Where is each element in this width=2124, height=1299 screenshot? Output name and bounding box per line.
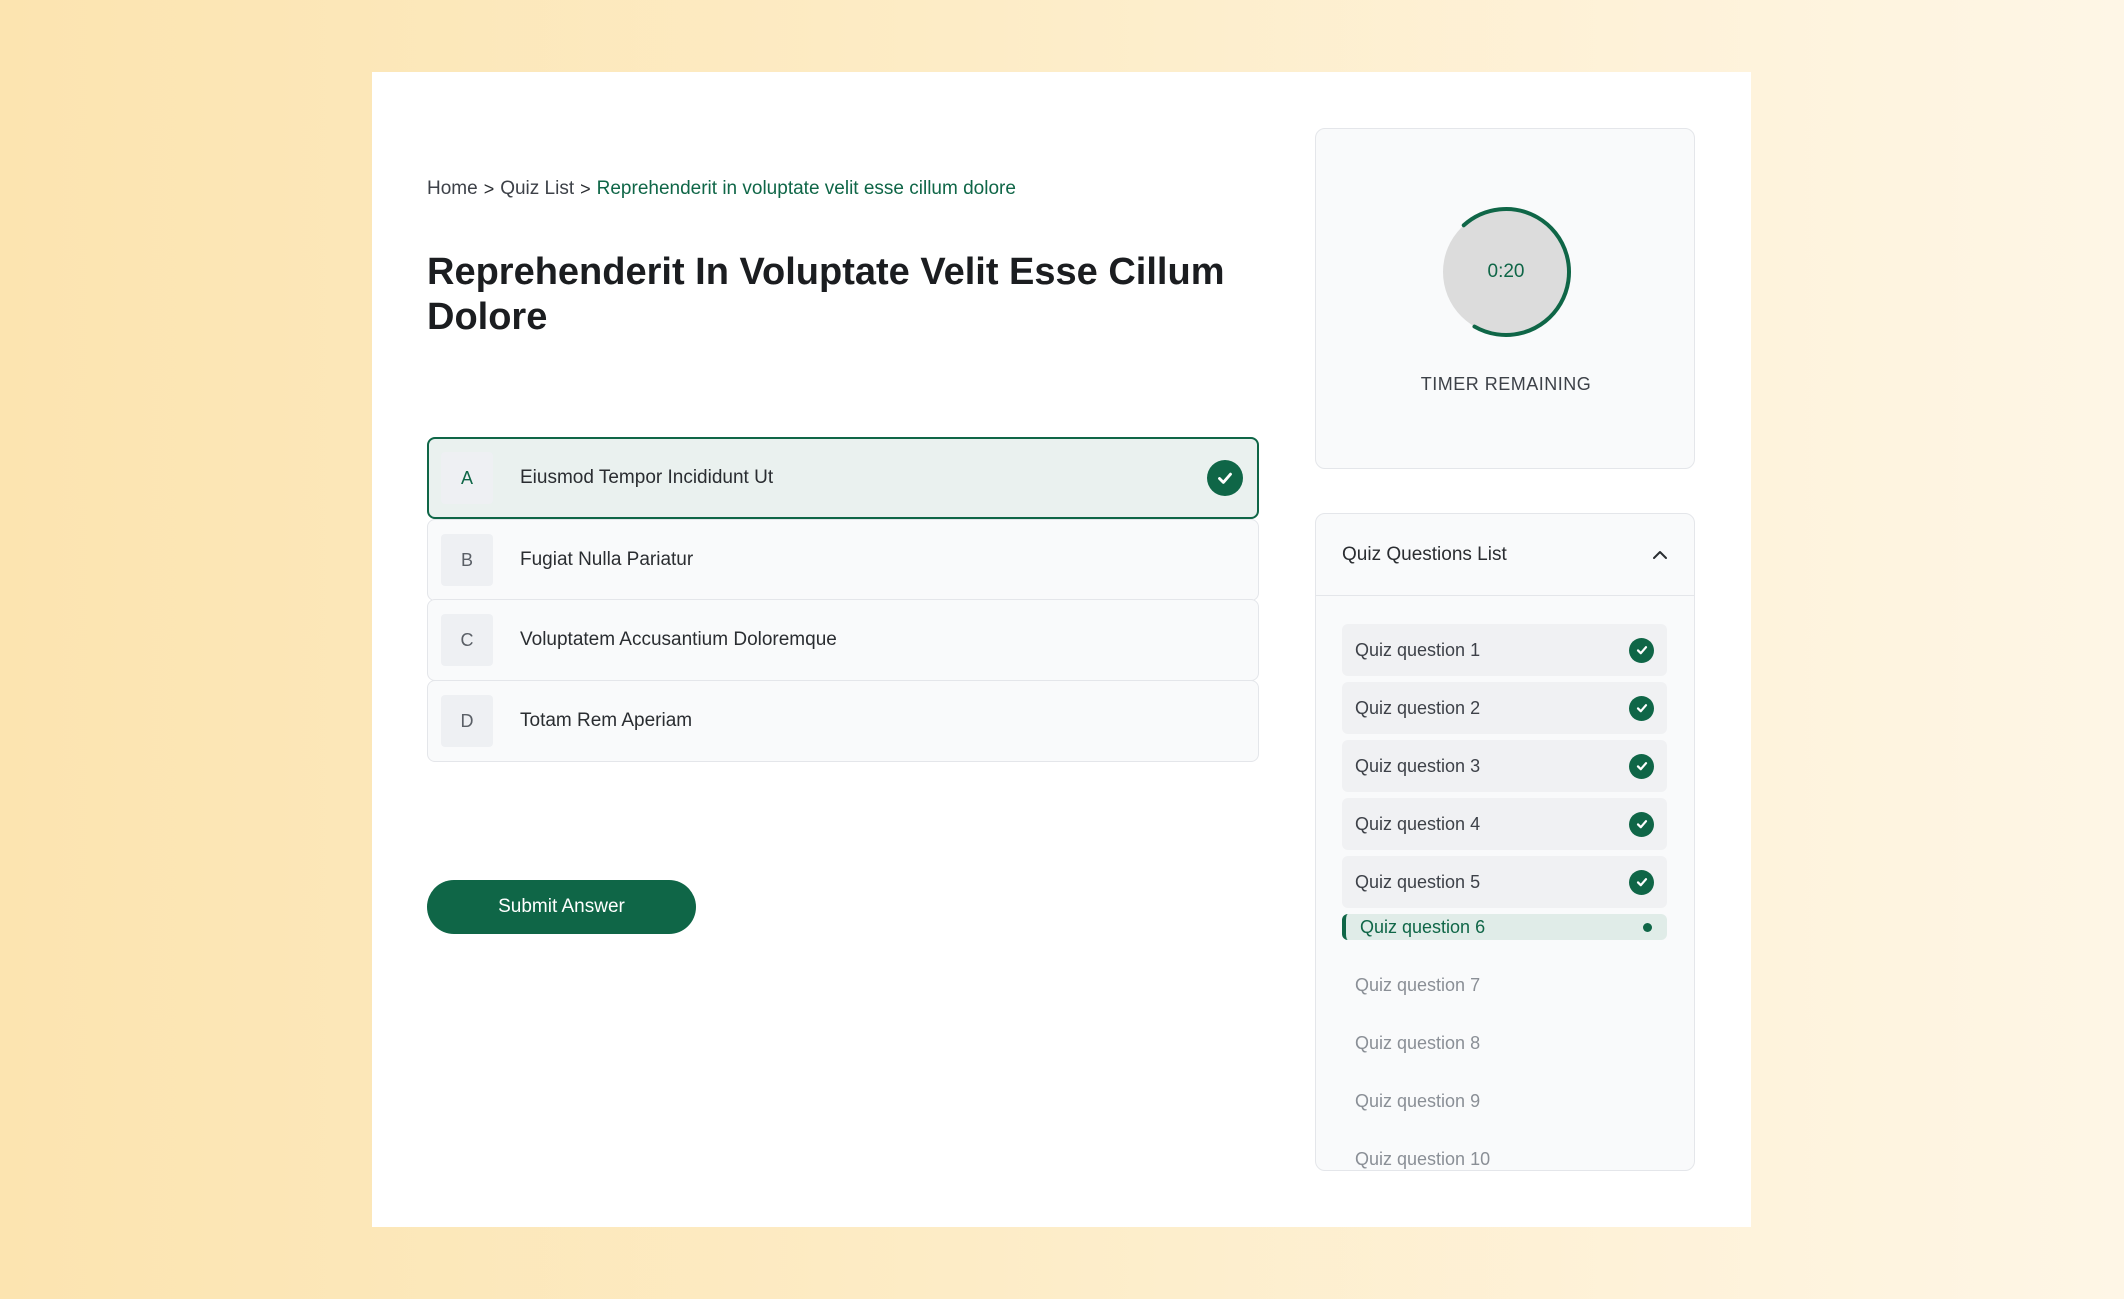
chevron-right-icon: > — [580, 178, 591, 199]
option-letter: C — [441, 614, 493, 666]
quiz-card: Home > Quiz List > Reprehenderit in volu… — [372, 72, 1751, 1227]
questions-list-panel: Quiz Questions List Quiz question 1 Quiz … — [1315, 513, 1695, 1171]
question-label: Quiz question 7 — [1355, 974, 1481, 995]
question-item-4[interactable]: Quiz question 4 — [1342, 798, 1667, 850]
check-circle-icon — [1207, 460, 1243, 496]
question-item-8[interactable]: Quiz question 8 — [1342, 1017, 1667, 1069]
question-item-5[interactable]: Quiz question 5 — [1342, 856, 1667, 908]
option-text: Voluptatem Accusantium Doloremque — [520, 629, 837, 650]
check-circle-icon — [1629, 753, 1654, 779]
questions-list-header[interactable]: Quiz Questions List — [1316, 514, 1694, 596]
question-item-3[interactable]: Quiz question 3 — [1342, 740, 1667, 792]
option-letter: D — [441, 695, 493, 747]
check-circle-icon — [1629, 637, 1654, 663]
question-item-7[interactable]: Quiz question 7 — [1342, 959, 1667, 1011]
dot-icon — [1643, 922, 1652, 932]
question-item-2[interactable]: Quiz question 2 — [1342, 682, 1667, 734]
option-letter: B — [441, 534, 493, 586]
question-item-1[interactable]: Quiz question 1 — [1342, 624, 1667, 676]
timer-value: 0:20 — [1487, 261, 1525, 282]
question-label: Quiz question 2 — [1355, 697, 1481, 718]
question-label: Quiz question 4 — [1355, 813, 1481, 834]
question-label: Quiz question 6 — [1360, 916, 1486, 937]
question-label: Quiz question 8 — [1355, 1032, 1481, 1053]
breadcrumb: Home > Quiz List > Reprehenderit in volu… — [427, 178, 1016, 200]
question-item-6[interactable]: Quiz question 6 — [1342, 914, 1667, 940]
submit-answer-button[interactable]: Submit Answer — [427, 880, 696, 934]
question-label: Quiz question 10 — [1355, 1148, 1491, 1169]
question-label: Quiz question 3 — [1355, 755, 1481, 776]
option-text: Totam Rem Aperiam — [520, 710, 693, 731]
answer-option-a[interactable]: A Eiusmod Tempor Incididunt Ut — [427, 437, 1259, 519]
breadcrumb-home[interactable]: Home — [427, 178, 478, 200]
chevron-up-icon[interactable] — [1652, 550, 1668, 560]
check-circle-icon — [1629, 811, 1654, 837]
breadcrumb-quiz-list[interactable]: Quiz List — [500, 178, 574, 200]
option-text: Fugiat Nulla Pariatur — [520, 549, 694, 570]
questions-list-title: Quiz Questions List — [1342, 543, 1507, 565]
question-label: Quiz question 9 — [1355, 1090, 1481, 1111]
question-label: Quiz question 5 — [1355, 871, 1481, 892]
answer-option-c[interactable]: C Voluptatem Accusantium Doloremque — [427, 599, 1259, 681]
breadcrumb-current: Reprehenderit in voluptate velit esse ci… — [596, 178, 1016, 199]
check-circle-icon — [1629, 695, 1654, 721]
option-text: Eiusmod Tempor Incididunt Ut — [520, 467, 774, 488]
answer-option-b[interactable]: B Fugiat Nulla Pariatur — [427, 519, 1259, 601]
question-item-10[interactable]: Quiz question 10 — [1342, 1133, 1667, 1170]
question-label: Quiz question 1 — [1355, 639, 1481, 660]
question-item-9[interactable]: Quiz question 9 — [1342, 1075, 1667, 1127]
timer-label: TIMER REMAINING — [1420, 374, 1592, 394]
chevron-right-icon: > — [483, 178, 495, 199]
timer-card: 0:20 TIMER REMAINING — [1315, 128, 1695, 469]
option-letter: A — [441, 452, 493, 504]
answer-option-d[interactable]: D Totam Rem Aperiam — [427, 680, 1259, 762]
question-title: Reprehenderit In Voluptate Velit Esse Ci… — [427, 251, 1225, 338]
check-circle-icon — [1629, 869, 1654, 895]
